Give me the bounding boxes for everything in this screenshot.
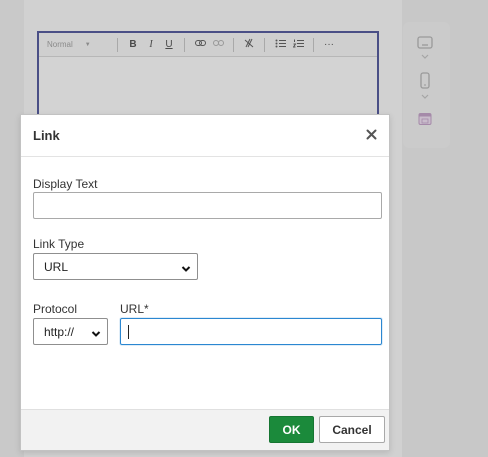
link-type-label: Link Type [33,237,85,251]
cancel-button[interactable]: Cancel [319,416,385,443]
url-label: URL* [120,302,149,316]
chevron-down-icon [181,262,191,276]
dialog-footer: OK Cancel [21,409,389,450]
link-type-value: URL [44,259,69,274]
dialog-title: Link [33,128,60,143]
format-dropdown: Normal ▼ [47,40,111,49]
more-options-icon: ··· [324,39,334,50]
toolbar-divider [264,37,265,52]
link-dialog: Link Display Text Link Type URL Protocol… [20,114,390,451]
display-text-input[interactable] [33,192,382,219]
chevron-down-icon [91,327,101,341]
close-icon [366,127,377,145]
bullet-list-icon [271,39,289,51]
desktop-icon [417,36,433,50]
unlink-icon [209,39,227,50]
close-button[interactable] [361,126,381,146]
display-text-label: Display Text [33,177,98,191]
protocol-value: http:// [44,324,75,339]
numbered-list-icon [289,39,307,51]
link-icon [191,39,209,50]
protocol-select[interactable]: http:// [33,318,108,345]
dialog-header: Link [21,115,389,157]
toolbar-divider [117,37,118,52]
calendar-icon [418,112,432,126]
clear-format-icon [240,38,258,51]
chevron-down-icon: ▼ [84,41,91,48]
bold-button: B [129,39,137,50]
underline-button: U [165,39,173,50]
chevron-down-icon [421,94,429,100]
editor-toolbar: Normal ▼ B I U ··· [39,33,377,57]
ok-button[interactable]: OK [269,416,314,443]
chevron-down-icon [421,54,429,60]
toolbar-divider [313,37,314,52]
format-label: Normal [47,40,73,49]
mobile-icon [420,72,430,89]
link-type-select[interactable]: URL [33,253,198,280]
protocol-label: Protocol [33,302,78,316]
toolbar-divider [184,37,185,52]
italic-button: I [149,39,153,50]
url-input[interactable] [120,318,382,345]
toolbar-divider [233,37,234,52]
text-cursor [128,325,129,339]
